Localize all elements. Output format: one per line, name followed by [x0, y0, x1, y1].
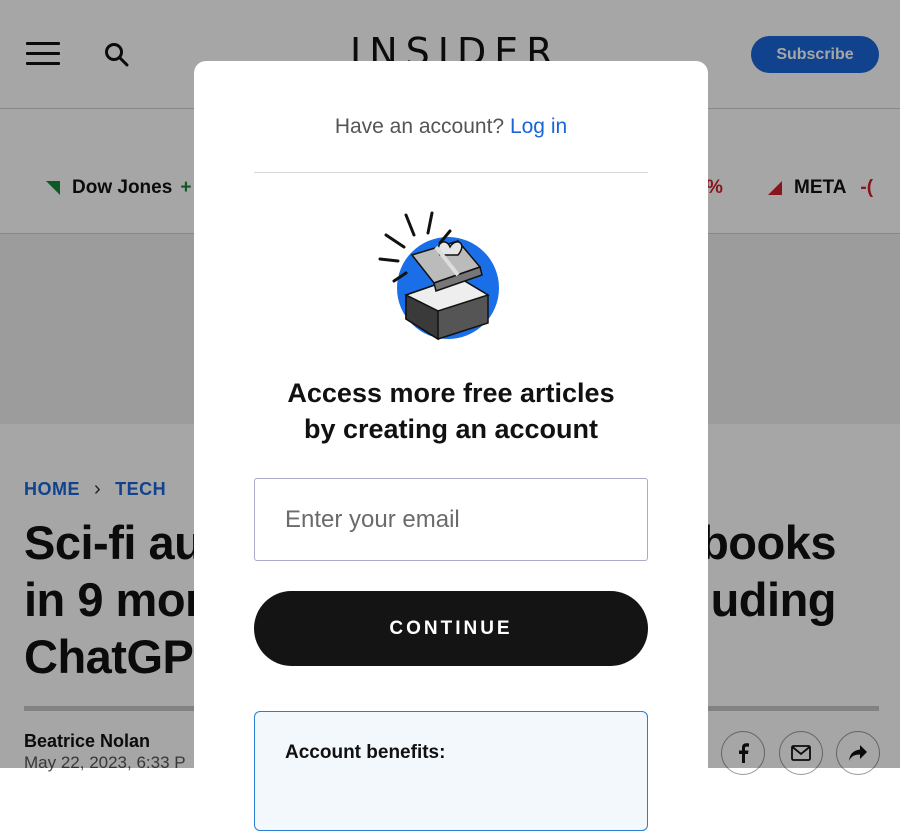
benefits-title: Account benefits: — [285, 742, 446, 763]
modal-title: Access more free articles by creating an… — [234, 375, 668, 447]
modal-divider — [254, 172, 648, 173]
have-account-text: Have an account? — [334, 115, 505, 138]
signup-modal: Have an account? Log in Access more free — [194, 61, 708, 831]
account-benefits-box: Account benefits: — [254, 711, 648, 831]
email-field[interactable] — [254, 478, 648, 561]
modal-title-line: Access more free articles — [287, 378, 615, 408]
modal-title-line: by creating an account — [303, 414, 599, 444]
have-account-prompt: Have an account? Log in — [194, 115, 708, 139]
login-link[interactable]: Log in — [510, 115, 567, 138]
continue-button[interactable]: CONTINUE — [254, 591, 648, 666]
gift-box-icon — [376, 211, 506, 341]
